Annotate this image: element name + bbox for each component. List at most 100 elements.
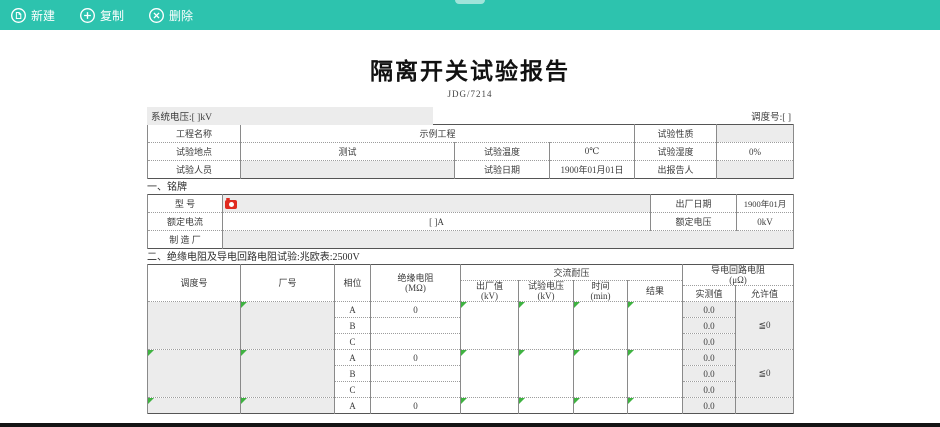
col-measured-header: 实测值 xyxy=(683,286,736,302)
table-row: A 0 0.0 ≦0 xyxy=(148,302,794,318)
col-factory-val-header: 出厂值 (kV) xyxy=(461,281,519,302)
factory-val-cell[interactable] xyxy=(461,398,519,414)
marker-triangle xyxy=(519,302,525,308)
marker-triangle xyxy=(461,302,467,308)
insulation-cell[interactable] xyxy=(371,334,461,350)
reporter-value[interactable] xyxy=(717,161,794,179)
time-cell[interactable] xyxy=(574,350,628,398)
test-nature-label: 试验性质 xyxy=(635,125,717,143)
marker-triangle xyxy=(574,398,580,404)
phase-cell: A xyxy=(335,350,371,366)
bottom-edge-bar xyxy=(0,423,940,427)
nameplate-table: 型 号 出厂日期 1900年01月 额定电流 [ ]A 额定电压 0kV 制 造… xyxy=(147,194,794,249)
delete-button-label: 删除 xyxy=(169,7,193,24)
factory-date-label: 出厂日期 xyxy=(651,195,737,213)
marker-triangle xyxy=(628,350,634,356)
ac-withstand-group-header: 交流耐压 xyxy=(461,265,683,281)
factory-val-cell[interactable] xyxy=(461,350,519,398)
col-factory-no-header: 厂号 xyxy=(241,265,335,302)
new-button[interactable]: 新建 xyxy=(10,7,55,24)
measured-cell[interactable]: 0.0 xyxy=(683,366,736,382)
test-location-value[interactable]: 测试 xyxy=(241,143,455,161)
factory-no-cell[interactable] xyxy=(241,302,335,350)
insulation-cell[interactable] xyxy=(371,318,461,334)
table-row: A 0 0.0 ≦0 xyxy=(148,350,794,366)
dispatch-no-field[interactable]: 调度号:[ ] xyxy=(751,109,793,123)
marker-triangle xyxy=(574,350,580,356)
marker-triangle xyxy=(148,350,154,356)
factory-date-value[interactable]: 1900年01月 xyxy=(737,195,794,213)
insulation-cell[interactable]: 0 xyxy=(371,398,461,414)
marker-triangle xyxy=(628,398,634,404)
measured-cell[interactable]: 0.0 xyxy=(683,382,736,398)
marker-triangle xyxy=(461,350,467,356)
dispatch-cell[interactable] xyxy=(148,302,241,350)
test-voltage-cell[interactable] xyxy=(519,350,574,398)
marker-triangle xyxy=(241,302,247,308)
insulation-cell[interactable]: 0 xyxy=(371,302,461,318)
rated-voltage-label: 额定电压 xyxy=(651,213,737,231)
test-personnel-value[interactable] xyxy=(241,161,455,179)
measured-cell[interactable]: 0.0 xyxy=(683,398,736,414)
insulation-cell[interactable]: 0 xyxy=(371,350,461,366)
time-cell[interactable] xyxy=(574,302,628,350)
rated-current-value[interactable]: [ ]A xyxy=(223,213,651,231)
manufacturer-label: 制 造 厂 xyxy=(148,231,223,249)
test-nature-value[interactable] xyxy=(717,125,794,143)
reporter-label: 出报告人 xyxy=(635,161,717,179)
system-voltage-field[interactable]: 系统电压:[ ]kV xyxy=(147,107,433,125)
dispatch-cell[interactable] xyxy=(148,398,241,414)
test-date-value[interactable]: 1900年01月01日 xyxy=(550,161,635,179)
phase-cell: C xyxy=(335,334,371,350)
phase-cell: A xyxy=(335,302,371,318)
insulation-cell[interactable] xyxy=(371,366,461,382)
delete-icon xyxy=(148,7,165,24)
col-test-voltage-header: 试验电压 (kV) xyxy=(519,281,574,302)
test-temp-value[interactable]: 0℃ xyxy=(550,143,635,161)
measured-cell[interactable]: 0.0 xyxy=(683,302,736,318)
factory-no-cell[interactable] xyxy=(241,350,335,398)
marker-triangle xyxy=(241,398,247,404)
project-name-value[interactable]: 示例工程 xyxy=(241,125,635,143)
phase-cell: C xyxy=(335,382,371,398)
test-table: 调度号 厂号 相位 绝缘电阻 (MΩ) 交流耐压 导电回路电阻 (μΩ) 出厂值… xyxy=(147,264,794,414)
info-table: 工程名称 示例工程 试验性质 试验地点 测试 试验温度 0℃ 试验湿度 0% 试… xyxy=(147,124,794,179)
test-voltage-cell[interactable] xyxy=(519,398,574,414)
insulation-cell[interactable] xyxy=(371,382,461,398)
marker-triangle xyxy=(574,302,580,308)
test-personnel-label: 试验人员 xyxy=(148,161,241,179)
measured-cell[interactable]: 0.0 xyxy=(683,318,736,334)
report-code: JDG/7214 xyxy=(147,89,793,102)
delete-button[interactable]: 删除 xyxy=(148,7,193,24)
marker-triangle xyxy=(519,350,525,356)
test-humidity-value[interactable]: 0% xyxy=(717,143,794,161)
factory-val-cell[interactable] xyxy=(461,302,519,350)
dispatch-cell[interactable] xyxy=(148,350,241,398)
marker-triangle xyxy=(241,350,247,356)
app-screen: 新建 复制 删除 隔离开关试验报告 JDG/7214 系统电压:[ ]kV 调度… xyxy=(0,0,940,427)
col-allowed-header: 允许值 xyxy=(736,286,794,302)
col-insulation-header: 绝缘电阻 (MΩ) xyxy=(371,265,461,302)
measured-cell[interactable]: 0.0 xyxy=(683,350,736,366)
col-dispatch-header: 调度号 xyxy=(148,265,241,302)
result-cell[interactable] xyxy=(628,350,683,398)
col-time-header: 时间 (min) xyxy=(574,281,628,302)
result-cell[interactable] xyxy=(628,302,683,350)
plus-icon xyxy=(79,7,96,24)
manufacturer-value[interactable] xyxy=(223,231,794,249)
factory-no-cell[interactable] xyxy=(241,398,335,414)
measured-cell[interactable]: 0.0 xyxy=(683,334,736,350)
toolbar: 新建 复制 删除 xyxy=(0,0,940,30)
copy-button-label: 复制 xyxy=(100,7,124,24)
screen-notch xyxy=(455,0,485,4)
result-cell[interactable] xyxy=(628,398,683,414)
model-value[interactable] xyxy=(223,195,651,213)
circuit-resistance-group-header: 导电回路电阻 (μΩ) xyxy=(683,265,794,286)
time-cell[interactable] xyxy=(574,398,628,414)
camera-icon[interactable] xyxy=(225,200,237,209)
test-voltage-cell[interactable] xyxy=(519,302,574,350)
rated-current-label: 额定电流 xyxy=(148,213,223,231)
rated-voltage-value[interactable]: 0kV xyxy=(737,213,794,231)
allowed-cell: ≦0 xyxy=(736,350,794,398)
copy-button[interactable]: 复制 xyxy=(79,7,124,24)
